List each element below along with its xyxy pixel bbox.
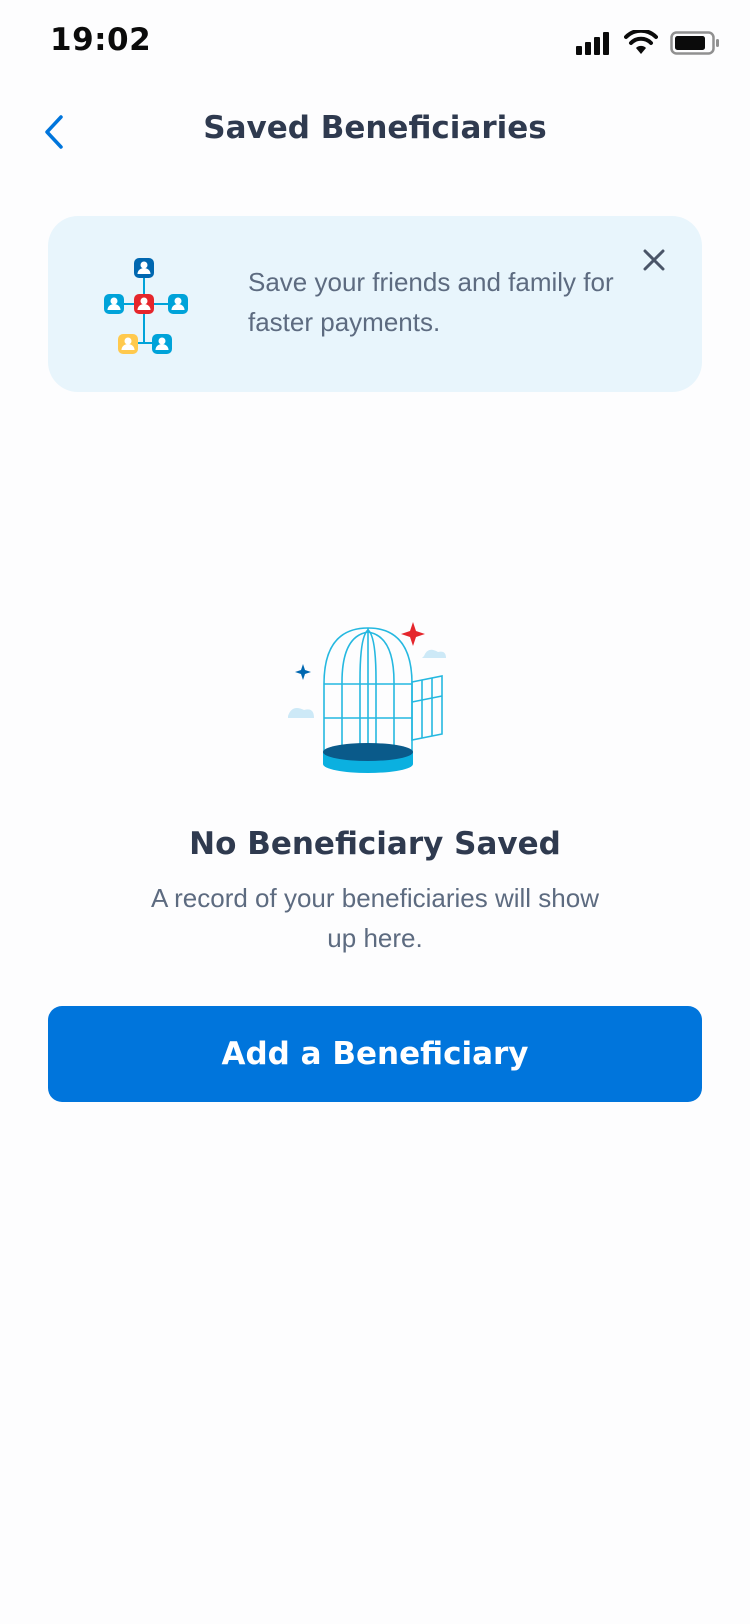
- status-icons: [576, 30, 720, 56]
- page-title: Saved Beneficiaries: [203, 110, 547, 146]
- empty-state-title: No Beneficiary Saved: [189, 826, 561, 862]
- empty-state-description: A record of your beneficiaries will show…: [151, 883, 599, 953]
- navigation-bar: Saved Beneficiaries: [0, 88, 750, 176]
- banner-close-button[interactable]: [632, 238, 676, 282]
- info-banner: Save your friends and family for faster …: [48, 216, 702, 392]
- empty-birdcage-illustration: [288, 622, 446, 773]
- status-time: 19:02: [50, 22, 152, 58]
- signal-icon: [576, 32, 609, 55]
- beneficiary-network-illustration: [104, 258, 188, 354]
- status-bar: 19:02: [0, 0, 750, 88]
- banner-message: Save your friends and family for faster …: [248, 267, 614, 337]
- wifi-icon: [624, 30, 658, 54]
- close-icon: [643, 249, 665, 271]
- add-beneficiary-button[interactable]: Add a Beneficiary: [48, 1006, 702, 1102]
- battery-icon: [670, 31, 719, 55]
